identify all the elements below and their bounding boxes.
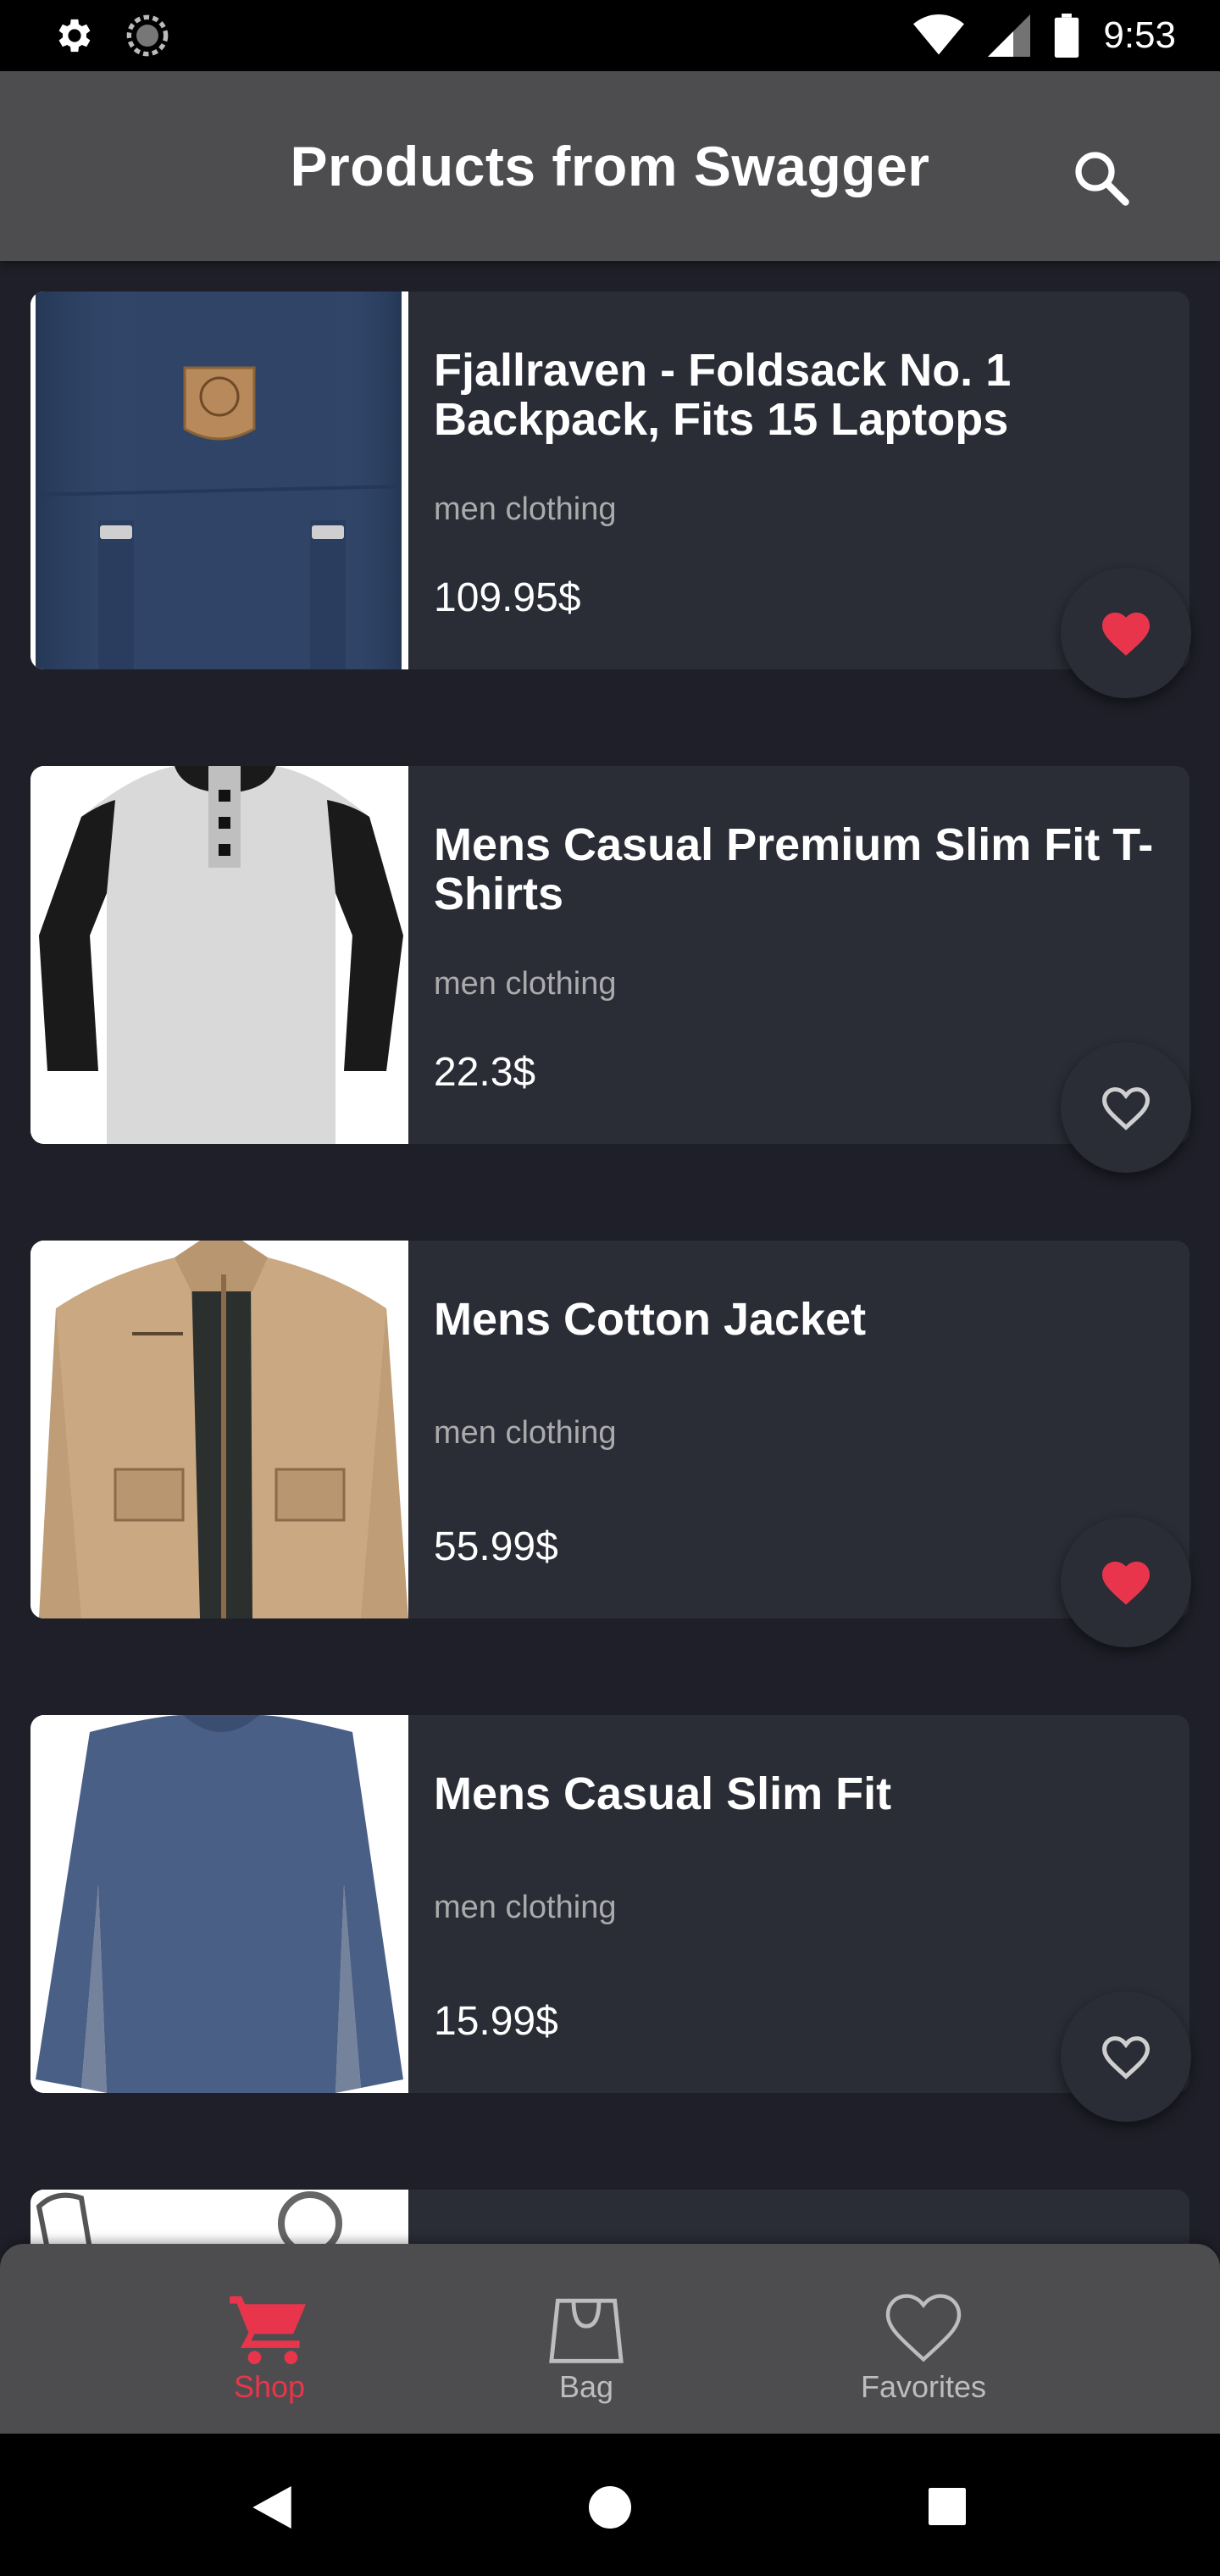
product-category: men clothing	[434, 1415, 617, 1451]
recents-icon[interactable]	[929, 2488, 966, 2525]
product-price: 22.3$	[434, 1050, 536, 1095]
cart-icon	[230, 2296, 306, 2364]
search-button[interactable]	[1051, 127, 1152, 229]
product-price: 55.99$	[434, 1524, 558, 1569]
product-title[interactable]: Mens Cotton Jacket	[434, 1295, 1179, 1344]
favorite-button[interactable]	[1061, 1991, 1191, 2122]
nav-label: Shop	[233, 2369, 306, 2404]
product-image-tshirt	[30, 766, 408, 1144]
product-card[interactable]: Mens Cotton Jacket men clothing 55.99$	[30, 1241, 1191, 1647]
nav-item-bag[interactable]: Bag	[502, 2244, 671, 2434]
back-icon[interactable]	[252, 2486, 291, 2529]
product-image-jacket	[30, 1241, 408, 1618]
app-bar: Products from Swagger	[0, 71, 1220, 261]
product-card[interactable]: Fjallraven - Foldsack No. 1 Backpack, Fi…	[30, 291, 1191, 698]
nav-item-favorites[interactable]: Favorites	[839, 2244, 1008, 2434]
product-image-backpack	[30, 291, 408, 669]
wifi-icon	[913, 14, 965, 55]
system-navigation-bar	[0, 2434, 1220, 2576]
home-icon[interactable]	[589, 2486, 631, 2529]
product-price: 109.95$	[434, 575, 581, 620]
product-category: men clothing	[434, 966, 617, 1002]
product-card[interactable]: Mens Casual Slim Fit men clothing 15.99$	[30, 1715, 1191, 2122]
favorite-button[interactable]	[1061, 568, 1191, 698]
search-icon	[1075, 152, 1129, 206]
heart-filled-icon	[1102, 1561, 1150, 1605]
heart-outline-icon	[1101, 1087, 1151, 1130]
nav-label: Bag	[558, 2369, 614, 2404]
page-title: Products from Swagger	[290, 135, 930, 197]
status-bar: 9:53	[0, 0, 1220, 71]
heart-filled-icon	[1102, 612, 1150, 656]
favorite-button[interactable]	[1061, 1517, 1191, 1647]
product-image-longsleeve	[30, 1715, 408, 2093]
product-title[interactable]: Mens Casual Slim Fit	[434, 1769, 1179, 1818]
heart-outline-icon	[1101, 2036, 1151, 2079]
product-category: men clothing	[434, 491, 617, 527]
product-title[interactable]: Mens Casual Premium Slim Fit T-Shirts	[434, 820, 1179, 919]
product-category: men clothing	[434, 1890, 617, 1925]
nav-label: Favorites	[860, 2369, 987, 2404]
product-card[interactable]	[30, 2190, 1190, 2246]
settings-icon	[58, 19, 91, 53]
bottom-navigation: Shop Bag Favorites	[0, 2244, 1220, 2434]
nav-item-shop[interactable]: Shop	[185, 2244, 354, 2434]
status-time: 9:53	[1103, 14, 1176, 56]
battery-icon	[1055, 14, 1079, 58]
signal-icon	[988, 14, 1031, 57]
favorite-button[interactable]	[1061, 1042, 1191, 1173]
sync-icon	[126, 14, 169, 57]
product-image-bracelet	[30, 2190, 408, 2246]
product-title[interactable]: Fjallraven - Foldsack No. 1 Backpack, Fi…	[434, 346, 1179, 444]
bag-icon	[549, 2298, 624, 2363]
product-card[interactable]: Mens Casual Premium Slim Fit T-Shirts me…	[30, 766, 1191, 1173]
product-price: 15.99$	[434, 1999, 558, 2044]
product-list[interactable]: Fjallraven - Foldsack No. 1 Backpack, Fi…	[0, 261, 1220, 2246]
heart-icon	[885, 2294, 962, 2362]
